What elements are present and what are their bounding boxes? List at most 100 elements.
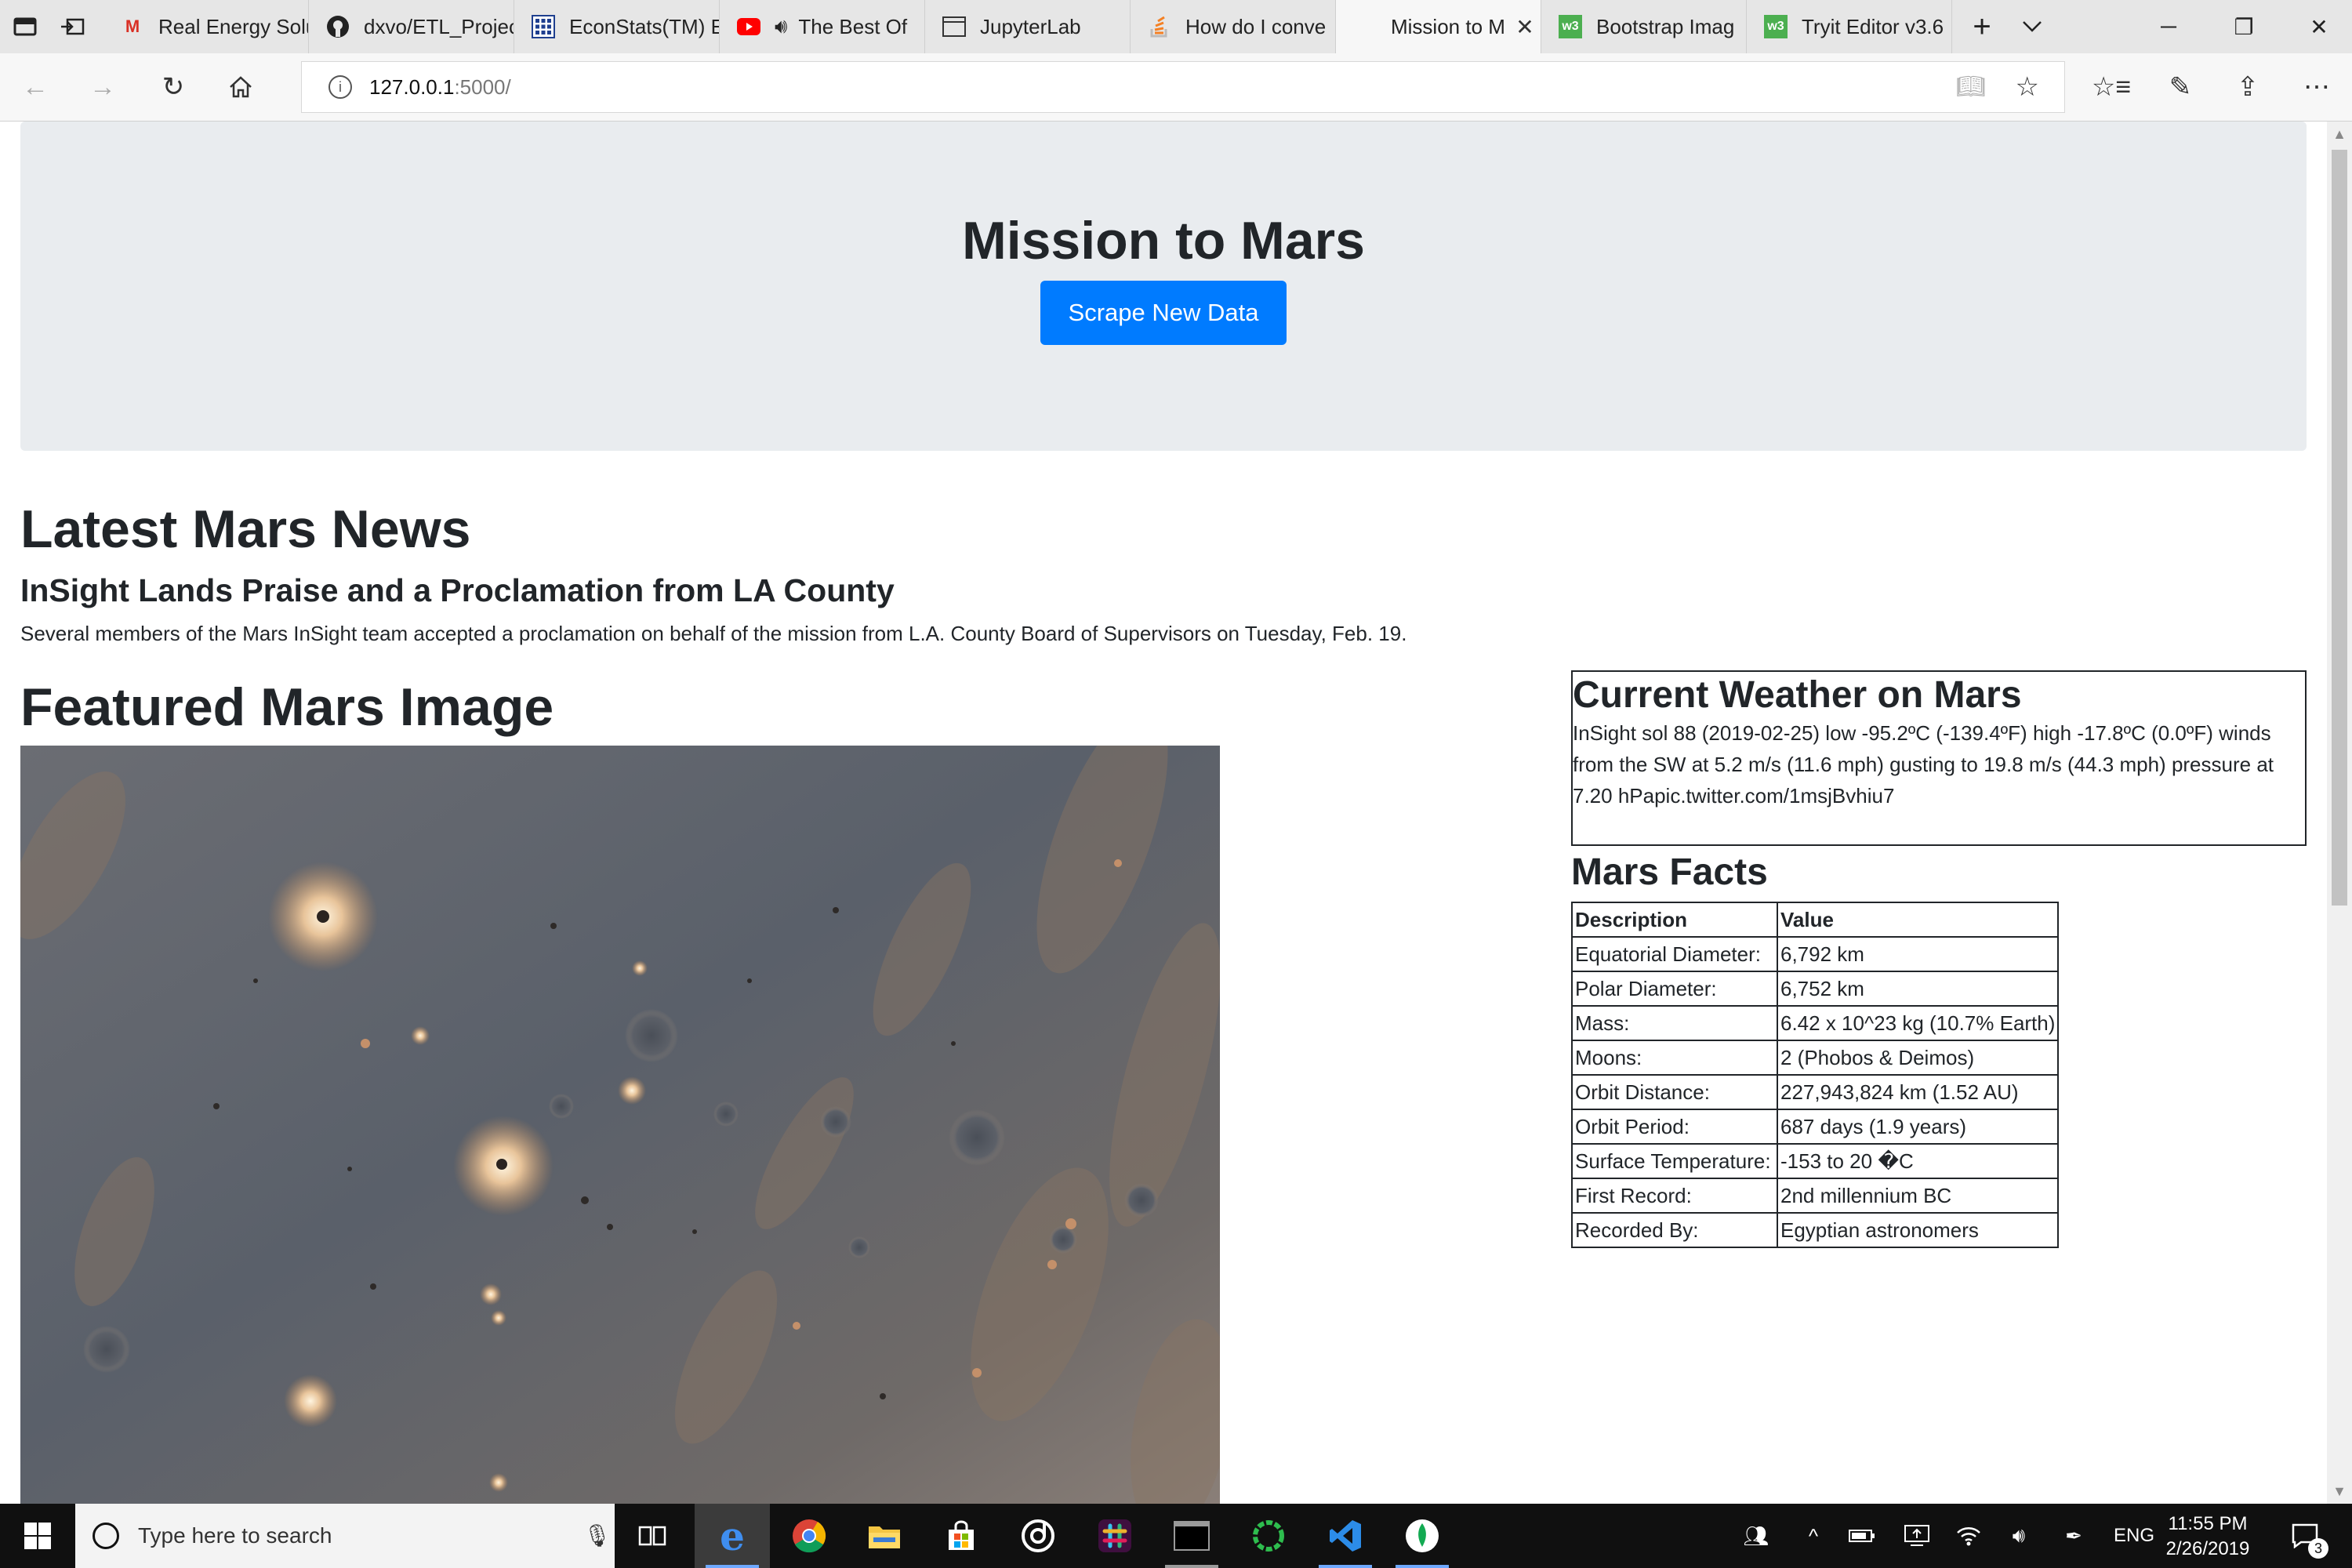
search-placeholder: Type here to search (138, 1523, 332, 1548)
url-host: 127.0.0.1 (369, 74, 455, 99)
browser-tab[interactable]: JupyterLab (925, 0, 1131, 53)
table-row: First Record: 2nd millennium BC (1571, 1178, 2060, 1214)
column-header: Value (1776, 902, 2060, 938)
show-hidden-icons-chevron-icon[interactable]: ^ (1794, 1504, 1833, 1568)
chrome-icon[interactable] (771, 1504, 847, 1568)
page-icon (942, 15, 966, 38)
table-row: Mass: 6.42 x 10^23 kg (10.7% Earth) (1571, 1005, 2060, 1041)
browser-tab-active[interactable]: Mission to M ✕ (1336, 0, 1541, 53)
audio-playing-icon[interactable]: 🔊︎ (775, 14, 787, 39)
tab-title: Mission to M (1391, 14, 1505, 38)
scrollbar-thumb[interactable] (2332, 150, 2347, 906)
page-viewport: Mission to Mars Scrape New Data Latest M… (0, 122, 2327, 1504)
vertical-scrollbar[interactable]: ▲ ▼ (2327, 122, 2352, 1504)
fact-description: Equatorial Diameter: (1571, 936, 1778, 972)
fact-description: Recorded By: (1571, 1212, 1778, 1248)
w3schools-icon: w3 (1559, 15, 1582, 38)
fact-description: Polar Diameter: (1571, 971, 1778, 1007)
terminal-icon[interactable] (1154, 1504, 1229, 1568)
fact-value: 2 (Phobos & Deimos) (1776, 1040, 2060, 1076)
people-icon[interactable]: 👥︎ (1733, 1504, 1780, 1568)
tab-manager-icon[interactable] (9, 11, 41, 42)
refresh-icon[interactable]: ↻ (154, 67, 193, 107)
weather-heading: Current Weather on Mars (1573, 674, 2022, 716)
fact-description: Surface Temperature: (1571, 1143, 1778, 1179)
display-projection-icon[interactable] (1897, 1504, 1936, 1568)
set-aside-tabs-icon[interactable] (56, 11, 88, 42)
weather-panel: Current Weather on Mars InSight sol 88 (… (1571, 670, 2307, 846)
fact-value: 6,752 km (1776, 971, 2060, 1007)
fact-value: 6.42 x 10^23 kg (10.7% Earth) (1776, 1005, 2060, 1041)
microphone-icon[interactable]: 🎙︎ (583, 1523, 612, 1548)
fact-description: Moons: (1571, 1040, 1778, 1076)
edge-browser-icon[interactable]: e (695, 1504, 770, 1568)
battery-icon[interactable] (1842, 1504, 1882, 1568)
jupyter-loading-icon[interactable] (1231, 1504, 1306, 1568)
news-headline: InSight Lands Praise and a Proclamation … (20, 572, 895, 608)
reading-view-icon[interactable]: 📖︎ (1956, 73, 1986, 100)
web-note-pen-icon[interactable]: ✎ (2161, 67, 2200, 107)
fact-value: -153 to 20 �C (1776, 1143, 2060, 1179)
econstats-icon (532, 15, 555, 38)
tab-title: How do I conve (1185, 14, 1327, 38)
browser-tab[interactable]: How do I conve (1131, 0, 1336, 53)
browser-toolbar: ← → ↻ i 127.0.0.1:5000/ 📖︎ ☆ ☆≡ ✎ ⇪ ⋯ (0, 53, 2352, 122)
groove-music-icon[interactable] (1000, 1504, 1076, 1568)
windows-taskbar: Type here to search 🎙︎ e 👥︎ ^ 🔊︎ ✒︎ ENG … (0, 1504, 2352, 1568)
slack-icon[interactable] (1077, 1504, 1152, 1568)
system-clock[interactable]: 11:55 PM 2/26/2019 (2161, 1512, 2255, 1562)
taskbar-search-box[interactable]: Type here to search 🎙︎ (75, 1504, 615, 1568)
browser-tab[interactable]: 🔊︎ The Best Of (720, 0, 925, 53)
store-icon[interactable] (924, 1504, 999, 1568)
browser-tab[interactable]: M Real Energy Solu (103, 0, 309, 53)
file-explorer-icon[interactable] (847, 1504, 922, 1568)
tab-preview-chevron-icon[interactable] (2016, 11, 2048, 42)
w3schools-icon: w3 (1764, 15, 1788, 38)
favorite-star-icon[interactable]: ☆ (2016, 71, 2039, 103)
mongodb-compass-icon[interactable] (1385, 1504, 1460, 1568)
volume-icon[interactable]: 🔊︎ (1999, 1504, 2038, 1568)
browser-tab[interactable]: EconStats(TM) E (514, 0, 720, 53)
tab-title: dxvo/ETL_Projec (364, 14, 514, 38)
favorites-hub-icon[interactable]: ☆≡ (2092, 67, 2131, 107)
restore-icon[interactable]: ❐ (2212, 0, 2275, 53)
news-section-heading: Latest Mars News (20, 499, 471, 559)
featured-mars-image[interactable] (20, 746, 1220, 1504)
scroll-down-icon[interactable]: ▼ (2327, 1479, 2352, 1504)
browser-tab[interactable]: w3 Bootstrap Imag (1541, 0, 1747, 53)
featured-image-heading: Featured Mars Image (20, 677, 554, 737)
close-tab-icon[interactable]: ✕ (1509, 14, 1541, 40)
youtube-icon (737, 15, 760, 38)
minimize-icon[interactable]: ─ (2137, 0, 2200, 53)
table-header-row: Description Value (1571, 902, 2060, 938)
clock-time: 11:55 PM (2168, 1513, 2248, 1534)
site-info-icon[interactable]: i (328, 75, 352, 99)
task-view-icon[interactable] (615, 1504, 690, 1568)
windows-start-icon[interactable] (0, 1504, 75, 1568)
share-icon[interactable]: ⇪ (2228, 67, 2267, 107)
facts-heading: Mars Facts (1571, 851, 1768, 893)
address-bar[interactable]: i 127.0.0.1:5000/ 📖︎ ☆ (301, 61, 2065, 113)
scrape-new-data-button[interactable]: Scrape New Data (1040, 281, 1287, 345)
mars-facts-table: Description Value Equatorial Diameter: 6,… (1571, 902, 2060, 1248)
tab-title: Tryit Editor v3.6 (1802, 14, 1944, 38)
wifi-icon[interactable] (1949, 1504, 1988, 1568)
forward-arrow-icon[interactable]: → (83, 67, 122, 107)
scroll-up-icon[interactable]: ▲ (2327, 122, 2352, 147)
pen-workspace-icon[interactable]: ✒︎ (2054, 1504, 2093, 1568)
close-window-icon[interactable]: ✕ (2288, 0, 2350, 53)
more-options-icon[interactable]: ⋯ (2297, 67, 2336, 107)
fact-description: First Record: (1571, 1178, 1778, 1214)
home-icon[interactable] (221, 67, 260, 107)
active-app-indicator (706, 1565, 759, 1568)
news-teaser: Several members of the Mars InSight team… (20, 622, 1407, 645)
tab-title: Bootstrap Imag (1596, 14, 1735, 38)
browser-tab[interactable]: w3 Tryit Editor v3.6 (1747, 0, 1952, 53)
vscode-icon[interactable] (1308, 1504, 1383, 1568)
input-language[interactable]: ENG (2109, 1504, 2159, 1568)
back-arrow-icon[interactable]: ← (16, 67, 55, 107)
action-center-icon[interactable]: 3 (2281, 1504, 2328, 1568)
new-tab-icon[interactable]: + (1966, 9, 1998, 44)
tab-title: Real Energy Solu (158, 14, 308, 38)
browser-tab[interactable]: dxvo/ETL_Projec (309, 0, 514, 53)
